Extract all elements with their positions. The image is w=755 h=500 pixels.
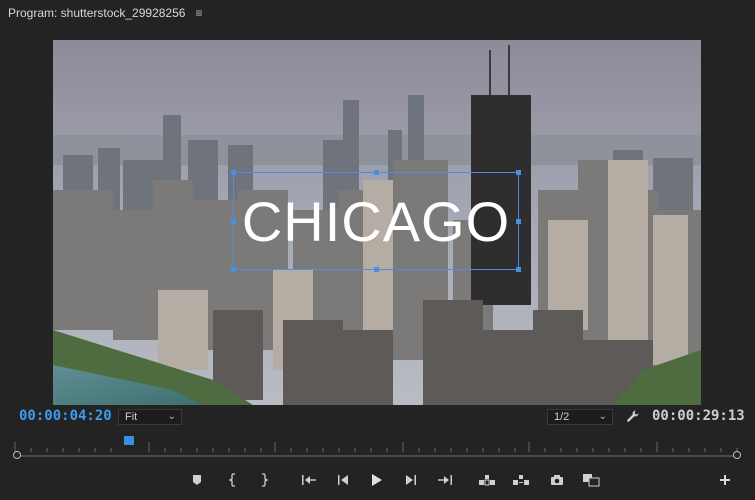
mark-in-icon[interactable]: [224, 472, 242, 488]
duration-timecode: 00:00:29:13: [652, 408, 745, 424]
go-to-in-icon[interactable]: [300, 472, 318, 488]
playhead[interactable]: [124, 436, 134, 445]
playback-resolution-value: 1/2: [554, 411, 570, 423]
chevron-down-icon: ⌄: [598, 411, 607, 422]
wrench-icon[interactable]: [626, 409, 640, 426]
title-text[interactable]: CHICAGO: [234, 173, 518, 269]
comparison-view-icon[interactable]: [582, 472, 600, 488]
panel-menu-icon[interactable]: ≡: [195, 6, 202, 20]
program-monitor-viewer[interactable]: CHICAGO: [53, 40, 701, 405]
zoom-scroll-handle-right[interactable]: [733, 451, 741, 459]
resize-handle-middle-left[interactable]: [231, 219, 236, 224]
zoom-level-value: Fit: [125, 411, 138, 423]
resize-handle-middle-right[interactable]: [516, 219, 521, 224]
resize-handle-top-center[interactable]: [374, 170, 379, 175]
export-frame-icon[interactable]: [548, 472, 566, 488]
title-selection-box[interactable]: CHICAGO: [231, 170, 521, 272]
button-editor-icon[interactable]: [716, 472, 734, 488]
zoom-scroll-handle-left[interactable]: [13, 451, 21, 459]
extract-icon[interactable]: [512, 472, 530, 488]
panel-title[interactable]: Program: shutterstock_29928256: [8, 6, 185, 20]
current-timecode[interactable]: 00:00:04:20: [19, 408, 112, 424]
zoom-scroll-bar[interactable]: [18, 455, 737, 457]
zoom-level-select[interactable]: Fit ⌄: [118, 409, 182, 425]
resize-handle-bottom-right[interactable]: [516, 267, 521, 272]
resize-handle-top-left[interactable]: [231, 170, 236, 175]
resize-handle-bottom-center[interactable]: [374, 267, 379, 272]
chevron-down-icon: ⌄: [167, 411, 176, 422]
resize-handle-bottom-left[interactable]: [231, 267, 236, 272]
mark-out-icon[interactable]: [255, 472, 273, 488]
lift-icon[interactable]: [478, 472, 496, 488]
play-icon[interactable]: [368, 472, 386, 488]
step-back-icon[interactable]: [334, 472, 352, 488]
panel-header: Program: shutterstock_29928256 ≡: [0, 0, 755, 26]
resize-handle-top-right[interactable]: [516, 170, 521, 175]
step-forward-icon[interactable]: [402, 472, 420, 488]
time-ruler[interactable]: [12, 438, 742, 454]
go-to-out-icon[interactable]: [436, 472, 454, 488]
add-marker-icon[interactable]: [188, 472, 206, 488]
playback-resolution-select[interactable]: 1/2 ⌄: [547, 409, 613, 425]
